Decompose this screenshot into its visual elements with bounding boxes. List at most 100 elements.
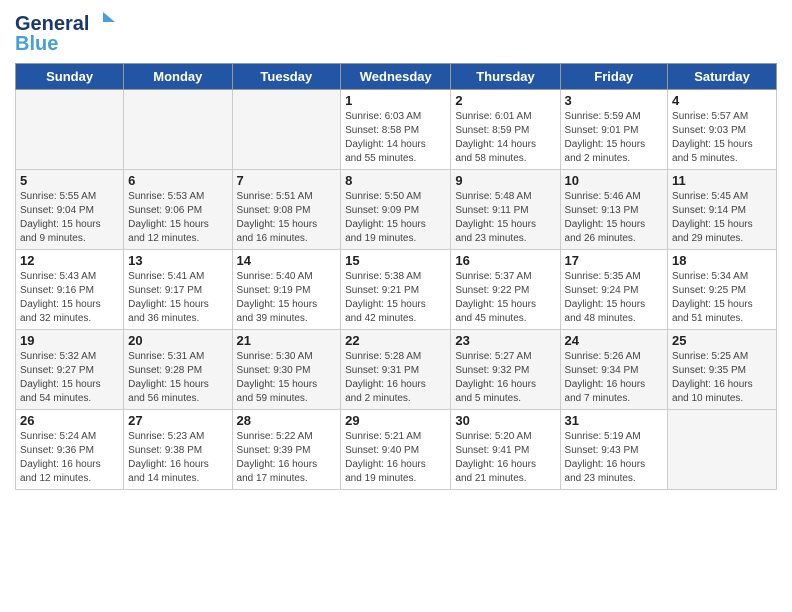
day-number: 19 <box>20 333 119 348</box>
day-number: 17 <box>565 253 664 268</box>
calendar-cell: 15Sunrise: 5:38 AM Sunset: 9:21 PM Dayli… <box>341 250 451 330</box>
day-info: Sunrise: 5:40 AM Sunset: 9:19 PM Dayligh… <box>237 270 337 326</box>
calendar-week-4: 19 Sunrise: 5:32 AM Sunset: 9:27 PM Dayli… <box>16 330 777 410</box>
day-number: 31 <box>565 413 664 428</box>
logo: GeneralBlue <box>15 10 135 55</box>
calendar-cell: 31 Sunrise: 5:19 AM Sunset: 9:43 PM Dayli… <box>560 410 668 490</box>
day-info: Sunrise: 5:48 AM Sunset: 9:11 PM Dayligh… <box>455 190 555 246</box>
calendar-week-3: 12 Sunrise: 5:43 AM Sunset: 9:16 PM Dayli… <box>16 250 777 330</box>
day-number: 15 <box>345 253 446 268</box>
day-number: 3 <box>565 93 664 108</box>
svg-text:Blue: Blue <box>15 33 58 55</box>
calendar-header-thursday: Thursday <box>451 64 560 90</box>
calendar-cell: 12 Sunrise: 5:43 AM Sunset: 9:16 PM Dayli… <box>16 250 124 330</box>
page: GeneralBlue SundayMondayTuesdayWednesday… <box>0 0 792 612</box>
calendar-cell: 22Sunrise: 5:28 AM Sunset: 9:31 PM Dayli… <box>341 330 451 410</box>
calendar-cell: 30 Sunrise: 5:20 AM Sunset: 9:41 PM Dayli… <box>451 410 560 490</box>
day-number: 12 <box>20 253 119 268</box>
calendar-cell: 8Sunrise: 5:50 AM Sunset: 9:09 PM Daylig… <box>341 170 451 250</box>
calendar-cell: 17 Sunrise: 5:35 AM Sunset: 9:24 PM Dayli… <box>560 250 668 330</box>
calendar-cell: 16 Sunrise: 5:37 AM Sunset: 9:22 PM Dayli… <box>451 250 560 330</box>
day-info: Sunrise: 5:20 AM Sunset: 9:41 PM Dayligh… <box>455 430 555 486</box>
calendar-cell: 14 Sunrise: 5:40 AM Sunset: 9:19 PM Dayli… <box>232 250 341 330</box>
day-info: Sunrise: 5:30 AM Sunset: 9:30 PM Dayligh… <box>237 350 337 406</box>
calendar-cell: 10 Sunrise: 5:46 AM Sunset: 9:13 PM Dayli… <box>560 170 668 250</box>
day-info: Sunrise: 5:32 AM Sunset: 9:27 PM Dayligh… <box>20 350 119 406</box>
day-info: Sunrise: 5:35 AM Sunset: 9:24 PM Dayligh… <box>565 270 664 326</box>
day-info: Sunrise: 5:31 AM Sunset: 9:28 PM Dayligh… <box>128 350 227 406</box>
day-info: Sunrise: 5:21 AM Sunset: 9:40 PM Dayligh… <box>345 430 446 486</box>
calendar-cell: 1Sunrise: 6:03 AM Sunset: 8:58 PM Daylig… <box>341 90 451 170</box>
calendar-header-monday: Monday <box>124 64 232 90</box>
calendar-cell: 6Sunrise: 5:53 AM Sunset: 9:06 PM Daylig… <box>124 170 232 250</box>
day-info: Sunrise: 6:01 AM Sunset: 8:59 PM Dayligh… <box>455 110 555 166</box>
calendar-header-wednesday: Wednesday <box>341 64 451 90</box>
day-info: Sunrise: 5:46 AM Sunset: 9:13 PM Dayligh… <box>565 190 664 246</box>
day-number: 6 <box>128 173 227 188</box>
day-info: Sunrise: 5:57 AM Sunset: 9:03 PM Dayligh… <box>672 110 772 166</box>
day-number: 21 <box>237 333 337 348</box>
day-info: Sunrise: 5:51 AM Sunset: 9:08 PM Dayligh… <box>237 190 337 246</box>
calendar-cell: 13 Sunrise: 5:41 AM Sunset: 9:17 PM Dayli… <box>124 250 232 330</box>
calendar-week-5: 26 Sunrise: 5:24 AM Sunset: 9:36 PM Dayli… <box>16 410 777 490</box>
calendar-cell: 27Sunrise: 5:23 AM Sunset: 9:38 PM Dayli… <box>124 410 232 490</box>
day-number: 14 <box>237 253 337 268</box>
svg-text:General: General <box>15 13 89 35</box>
calendar-cell <box>232 90 341 170</box>
calendar-header-row: SundayMondayTuesdayWednesdayThursdayFrid… <box>16 64 777 90</box>
day-number: 20 <box>128 333 227 348</box>
day-number: 26 <box>20 413 119 428</box>
day-info: Sunrise: 5:50 AM Sunset: 9:09 PM Dayligh… <box>345 190 446 246</box>
day-info: Sunrise: 5:55 AM Sunset: 9:04 PM Dayligh… <box>20 190 119 246</box>
day-number: 25 <box>672 333 772 348</box>
calendar-header-sunday: Sunday <box>16 64 124 90</box>
calendar-cell <box>124 90 232 170</box>
calendar-cell: 4 Sunrise: 5:57 AM Sunset: 9:03 PM Daylig… <box>668 90 777 170</box>
calendar-cell <box>668 410 777 490</box>
day-number: 28 <box>237 413 337 428</box>
day-number: 9 <box>455 173 555 188</box>
day-info: Sunrise: 5:37 AM Sunset: 9:22 PM Dayligh… <box>455 270 555 326</box>
day-number: 18 <box>672 253 772 268</box>
day-info: Sunrise: 5:41 AM Sunset: 9:17 PM Dayligh… <box>128 270 227 326</box>
calendar-cell: 2Sunrise: 6:01 AM Sunset: 8:59 PM Daylig… <box>451 90 560 170</box>
calendar-week-2: 5Sunrise: 5:55 AM Sunset: 9:04 PM Daylig… <box>16 170 777 250</box>
day-number: 16 <box>455 253 555 268</box>
day-info: Sunrise: 5:19 AM Sunset: 9:43 PM Dayligh… <box>565 430 664 486</box>
day-number: 23 <box>455 333 555 348</box>
day-number: 29 <box>345 413 446 428</box>
calendar: SundayMondayTuesdayWednesdayThursdayFrid… <box>15 63 777 490</box>
calendar-cell: 3Sunrise: 5:59 AM Sunset: 9:01 PM Daylig… <box>560 90 668 170</box>
day-number: 7 <box>237 173 337 188</box>
calendar-cell: 19 Sunrise: 5:32 AM Sunset: 9:27 PM Dayli… <box>16 330 124 410</box>
day-number: 13 <box>128 253 227 268</box>
day-info: Sunrise: 5:25 AM Sunset: 9:35 PM Dayligh… <box>672 350 772 406</box>
day-info: Sunrise: 5:24 AM Sunset: 9:36 PM Dayligh… <box>20 430 119 486</box>
calendar-cell: 25 Sunrise: 5:25 AM Sunset: 9:35 PM Dayli… <box>668 330 777 410</box>
day-number: 24 <box>565 333 664 348</box>
calendar-cell: 24 Sunrise: 5:26 AM Sunset: 9:34 PM Dayli… <box>560 330 668 410</box>
day-number: 4 <box>672 93 772 108</box>
calendar-cell: 9 Sunrise: 5:48 AM Sunset: 9:11 PM Daylig… <box>451 170 560 250</box>
calendar-header-tuesday: Tuesday <box>232 64 341 90</box>
day-info: Sunrise: 5:23 AM Sunset: 9:38 PM Dayligh… <box>128 430 227 486</box>
calendar-cell: 28 Sunrise: 5:22 AM Sunset: 9:39 PM Dayli… <box>232 410 341 490</box>
calendar-cell: 11Sunrise: 5:45 AM Sunset: 9:14 PM Dayli… <box>668 170 777 250</box>
day-number: 22 <box>345 333 446 348</box>
day-info: Sunrise: 5:27 AM Sunset: 9:32 PM Dayligh… <box>455 350 555 406</box>
day-info: Sunrise: 5:43 AM Sunset: 9:16 PM Dayligh… <box>20 270 119 326</box>
day-info: Sunrise: 5:45 AM Sunset: 9:14 PM Dayligh… <box>672 190 772 246</box>
day-info: Sunrise: 6:03 AM Sunset: 8:58 PM Dayligh… <box>345 110 446 166</box>
day-number: 30 <box>455 413 555 428</box>
calendar-cell: 23 Sunrise: 5:27 AM Sunset: 9:32 PM Dayli… <box>451 330 560 410</box>
calendar-cell: 18Sunrise: 5:34 AM Sunset: 9:25 PM Dayli… <box>668 250 777 330</box>
calendar-header-saturday: Saturday <box>668 64 777 90</box>
header: GeneralBlue <box>15 10 777 55</box>
calendar-header-friday: Friday <box>560 64 668 90</box>
day-info: Sunrise: 5:26 AM Sunset: 9:34 PM Dayligh… <box>565 350 664 406</box>
day-info: Sunrise: 5:22 AM Sunset: 9:39 PM Dayligh… <box>237 430 337 486</box>
calendar-cell: 5Sunrise: 5:55 AM Sunset: 9:04 PM Daylig… <box>16 170 124 250</box>
calendar-cell: 26 Sunrise: 5:24 AM Sunset: 9:36 PM Dayli… <box>16 410 124 490</box>
calendar-cell: 21 Sunrise: 5:30 AM Sunset: 9:30 PM Dayli… <box>232 330 341 410</box>
day-number: 10 <box>565 173 664 188</box>
